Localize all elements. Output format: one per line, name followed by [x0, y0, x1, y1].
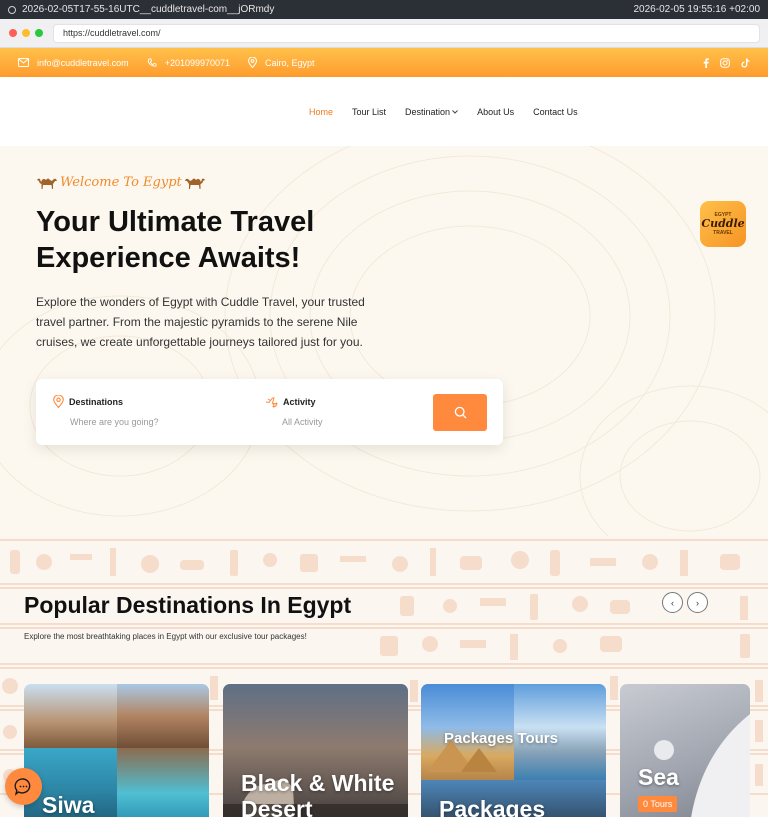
destinations-field[interactable]: Destinations Where are you going? [53, 395, 159, 427]
destination-card-black-white-desert[interactable]: Black & White Desert [223, 684, 408, 817]
destination-card-siwa[interactable]: Siwa [24, 684, 209, 817]
camel-icon [37, 178, 57, 189]
card-image [117, 684, 209, 748]
topbar-email[interactable]: info@cuddletravel.com [18, 58, 129, 68]
record-icon [8, 5, 16, 14]
card-overlay-label: Packages Tours [444, 730, 558, 747]
maximize-window-button[interactable] [35, 29, 43, 37]
hero-title: Your Ultimate Travel Experience Awaits! [36, 206, 315, 274]
mail-icon [18, 58, 29, 67]
hero-description: Explore the wonders of Egypt with Cuddle… [36, 295, 365, 349]
welcome-tagline: Welcome To Egypt [36, 174, 206, 190]
instagram-icon[interactable] [720, 57, 730, 68]
card-title: Sea [638, 764, 679, 790]
destinations-input[interactable]: Where are you going? [70, 417, 159, 427]
plane-icon [265, 397, 278, 408]
nav-home[interactable]: Home [309, 107, 333, 117]
destination-card-sea[interactable]: Sea 0 Tours [620, 684, 750, 817]
browser-toolbar: https://cuddletravel.com/ [0, 19, 768, 48]
destination-card-packages[interactable]: Packages Tours Packages [421, 684, 606, 817]
phone-icon [147, 58, 157, 67]
nav-contact-us[interactable]: Contact Us [533, 107, 578, 117]
activity-field[interactable]: Activity All Activity [265, 395, 323, 427]
carousel-prev-button[interactable]: ‹ [662, 592, 683, 613]
location-pin-icon [53, 395, 64, 408]
topbar-location: Cairo, Egypt [248, 57, 315, 68]
chevron-down-icon [452, 110, 458, 114]
location-pin-icon [248, 57, 258, 68]
recording-bar: 2026-02-05T17-55-16UTC__cuddletravel-com… [0, 0, 768, 19]
address-url: https://cuddletravel.com/ [63, 28, 161, 38]
card-title: Siwa [42, 792, 95, 817]
card-image [24, 684, 117, 748]
card-title: Packages [439, 796, 546, 817]
recording-filename: 2026-02-05T17-55-16UTC__cuddletravel-com… [22, 4, 275, 15]
search-box: Destinations Where are you going? Activi… [36, 379, 503, 445]
section-title: Popular Destinations In Egypt [24, 592, 352, 618]
nav-tour-list[interactable]: Tour List [352, 107, 386, 117]
card-image [117, 748, 209, 817]
nav-about-us[interactable]: About Us [477, 107, 514, 117]
hero-section: Welcome To Egypt Your Ultimate Travel Ex… [0, 146, 768, 536]
tours-count-badge: 0 Tours [638, 796, 678, 812]
window-controls [9, 29, 43, 37]
close-window-button[interactable] [9, 29, 17, 37]
search-icon [454, 406, 466, 419]
chat-button[interactable] [5, 768, 42, 805]
facebook-icon[interactable] [703, 57, 709, 68]
tiktok-icon[interactable] [741, 58, 750, 68]
chat-bubble-icon [14, 778, 31, 796]
activity-select[interactable]: All Activity [282, 417, 323, 427]
carousel-next-button[interactable]: › [687, 592, 708, 613]
minimize-window-button[interactable] [22, 29, 30, 37]
topbar-phone[interactable]: +201099970071 [147, 58, 230, 68]
nav-destination[interactable]: Destination [405, 107, 458, 117]
section-subtitle: Explore the most breathtaking places in … [24, 632, 307, 641]
cuddle-logo-badge[interactable]: EGYPT Cuddle TRAVEL [700, 201, 746, 247]
popular-destinations-section: Popular Destinations In Egypt Explore th… [0, 536, 768, 817]
card-title: Black & White Desert [241, 770, 395, 817]
address-bar[interactable]: https://cuddletravel.com/ [53, 23, 760, 43]
social-links [703, 57, 750, 68]
camel-icon [184, 178, 205, 189]
main-navigation: Home Tour List Destination About Us Cont… [0, 77, 768, 146]
carousel-arrows: ‹ › [662, 592, 708, 613]
search-button[interactable] [433, 394, 487, 431]
contact-topbar: info@cuddletravel.com +201099970071 Cair… [0, 48, 768, 77]
recording-timestamp: 2026-02-05 19:55:16 +02:00 [633, 4, 761, 15]
